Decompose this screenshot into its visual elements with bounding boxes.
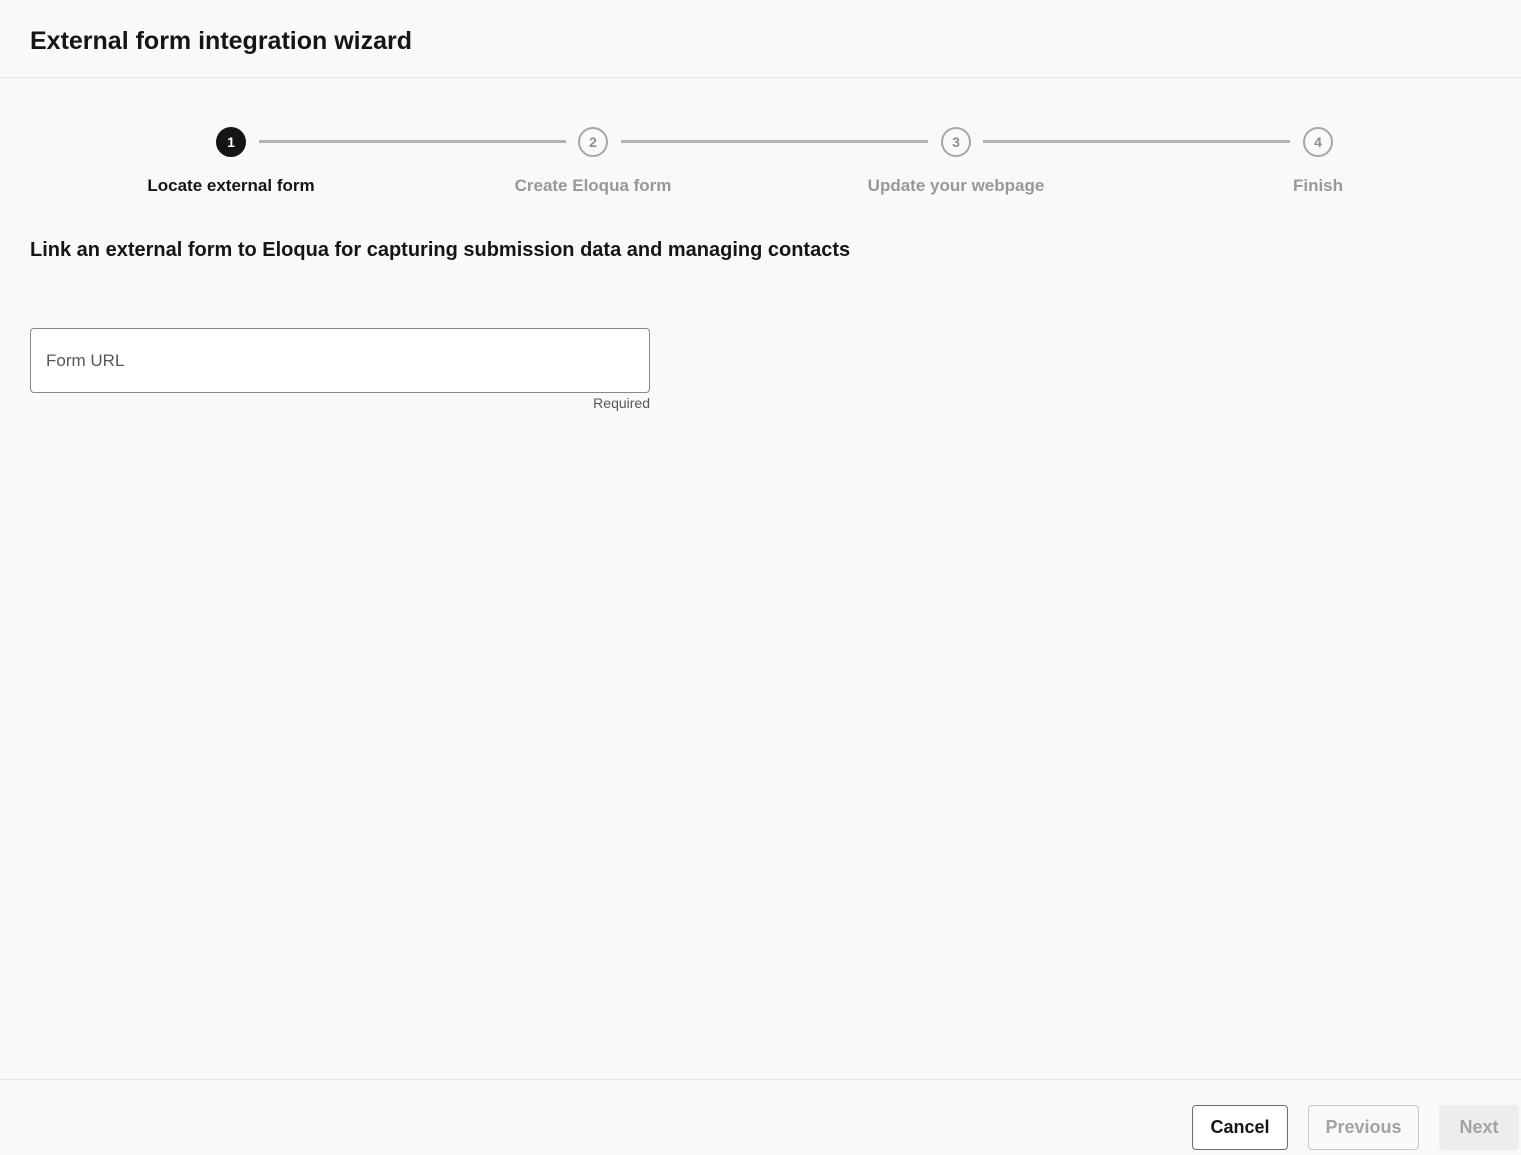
form-url-field: Required <box>30 328 650 411</box>
step-connector-2-3 <box>621 140 928 143</box>
step-connector-3-4 <box>983 140 1290 143</box>
previous-button[interactable]: Previous <box>1308 1105 1419 1150</box>
step-4-indicator: 4 <box>1303 127 1333 157</box>
step-2-indicator: 2 <box>578 127 608 157</box>
step-1-label[interactable]: Locate external form <box>101 175 361 197</box>
required-helper-text: Required <box>593 395 650 411</box>
form-url-input[interactable] <box>30 328 650 393</box>
next-button[interactable]: Next <box>1439 1105 1519 1150</box>
step-3-indicator: 3 <box>941 127 971 157</box>
section-heading: Link an external form to Eloqua for capt… <box>30 239 851 261</box>
step-1-indicator[interactable]: 1 <box>216 127 246 157</box>
step-2-label: Create Eloqua form <box>514 176 672 195</box>
cancel-button[interactable]: Cancel <box>1192 1105 1288 1150</box>
wizard-step-train: 1 2 3 4 Locate external form Create Eloq… <box>0 0 1521 210</box>
step-3-label: Update your webpage <box>867 176 1045 195</box>
step-connector-1-2 <box>259 140 566 143</box>
step-4-label: Finish <box>1292 176 1344 195</box>
dialog-footer <box>0 1079 1521 1155</box>
